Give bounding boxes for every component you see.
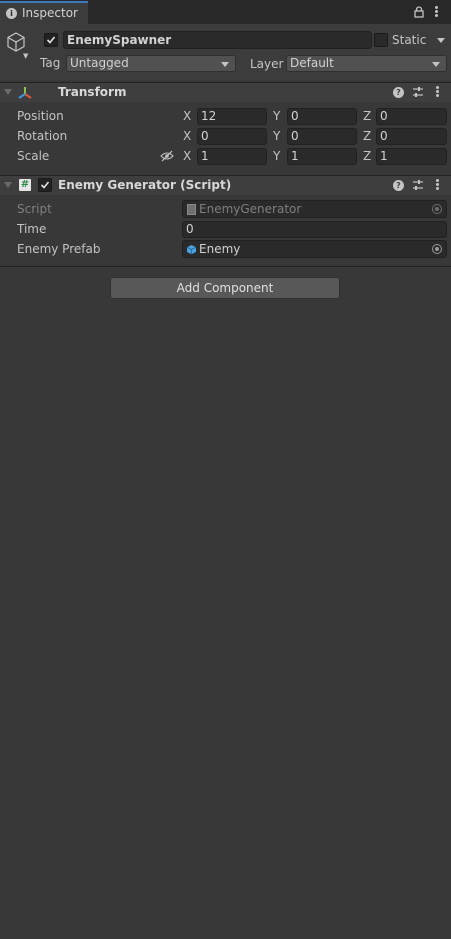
sliders-icon[interactable] — [412, 86, 424, 98]
checkmark-icon — [40, 181, 50, 189]
enemy-prefab-field[interactable]: Enemy — [182, 240, 447, 258]
tag-label: Tag — [40, 56, 61, 70]
script-component-title: Enemy Generator (Script) — [58, 178, 232, 192]
position-y-field[interactable]: 0 — [287, 108, 357, 125]
script-icon: # — [19, 179, 31, 191]
tab-inspector[interactable]: i Inspector — [0, 1, 88, 24]
axis-z-label[interactable]: Z — [363, 149, 371, 163]
layer-label: Layer — [250, 57, 284, 71]
tag-value: Untagged — [70, 56, 129, 70]
more-icon[interactable] — [436, 86, 440, 98]
rotation-label: Rotation — [17, 129, 68, 143]
chevron-down-icon[interactable]: ▼ — [23, 52, 28, 60]
rotation-x-field[interactable]: 0 — [197, 128, 267, 145]
lock-icon[interactable] — [414, 6, 424, 18]
time-field[interactable]: 0 — [182, 221, 447, 238]
target-icon — [432, 204, 442, 214]
chevron-down-icon — [221, 62, 229, 67]
script-component-header[interactable]: # Enemy Generator (Script) ? — [0, 175, 451, 195]
sliders-icon[interactable] — [412, 179, 424, 191]
axis-z-label[interactable]: Z — [363, 109, 371, 123]
static-label: Static — [392, 33, 427, 47]
name-field[interactable]: EnemySpawner — [63, 31, 372, 49]
enemy-prefab-label: Enemy Prefab — [17, 242, 101, 256]
axis-x-label[interactable]: X — [183, 109, 191, 123]
axis-y-label[interactable]: Y — [273, 129, 280, 143]
static-checkbox[interactable] — [374, 33, 388, 47]
position-z-field[interactable]: 0 — [376, 108, 447, 125]
prefab-icon — [186, 245, 197, 255]
more-icon[interactable] — [435, 6, 439, 18]
transform-title: Transform — [58, 85, 127, 99]
chevron-down-icon — [432, 62, 440, 67]
axis-y-label[interactable]: Y — [273, 149, 280, 163]
position-label: Position — [17, 109, 64, 123]
target-icon[interactable] — [432, 244, 442, 254]
rotation-y-field[interactable]: 0 — [287, 128, 357, 145]
foldout-icon[interactable] — [4, 182, 12, 188]
axis-x-label[interactable]: X — [183, 149, 191, 163]
axis-z-label[interactable]: Z — [363, 129, 371, 143]
more-icon[interactable] — [436, 179, 440, 191]
scale-y-field[interactable]: 1 — [287, 148, 357, 165]
tag-dropdown[interactable]: Untagged — [66, 55, 236, 72]
scale-label: Scale — [17, 149, 50, 163]
script-value: EnemyGenerator — [199, 202, 302, 216]
layer-value: Default — [290, 56, 334, 70]
info-icon: i — [6, 8, 17, 19]
axis-y-label[interactable]: Y — [273, 109, 280, 123]
component-enabled-checkbox[interactable] — [38, 178, 52, 192]
script-label: Script — [17, 202, 52, 216]
script-field: EnemyGenerator — [182, 200, 447, 218]
help-icon[interactable]: ? — [393, 87, 404, 98]
enemy-prefab-value: Enemy — [199, 242, 241, 256]
static-dropdown-icon[interactable] — [437, 38, 445, 43]
time-label: Time — [17, 222, 47, 236]
script-file-icon — [187, 204, 196, 215]
position-x-field[interactable]: 12 — [197, 108, 267, 125]
transform-icon — [18, 87, 32, 99]
scale-x-field[interactable]: 1 — [197, 148, 267, 165]
tab-label: Inspector — [22, 6, 78, 20]
transform-header[interactable]: Transform ? — [0, 82, 451, 102]
axis-x-label[interactable]: X — [183, 129, 191, 143]
layer-dropdown[interactable]: Default — [286, 55, 447, 72]
tab-bar: i Inspector — [0, 0, 451, 24]
component-divider — [0, 266, 451, 267]
rotation-z-field[interactable]: 0 — [376, 128, 447, 145]
add-component-button[interactable]: Add Component — [110, 277, 340, 299]
eye-hidden-icon[interactable] — [160, 150, 174, 162]
checkmark-icon — [46, 36, 56, 44]
active-checkbox[interactable] — [44, 33, 58, 47]
foldout-icon[interactable] — [4, 89, 12, 95]
help-icon[interactable]: ? — [393, 180, 404, 191]
cube-icon[interactable] — [5, 31, 27, 53]
scale-z-field[interactable]: 1 — [376, 148, 447, 165]
